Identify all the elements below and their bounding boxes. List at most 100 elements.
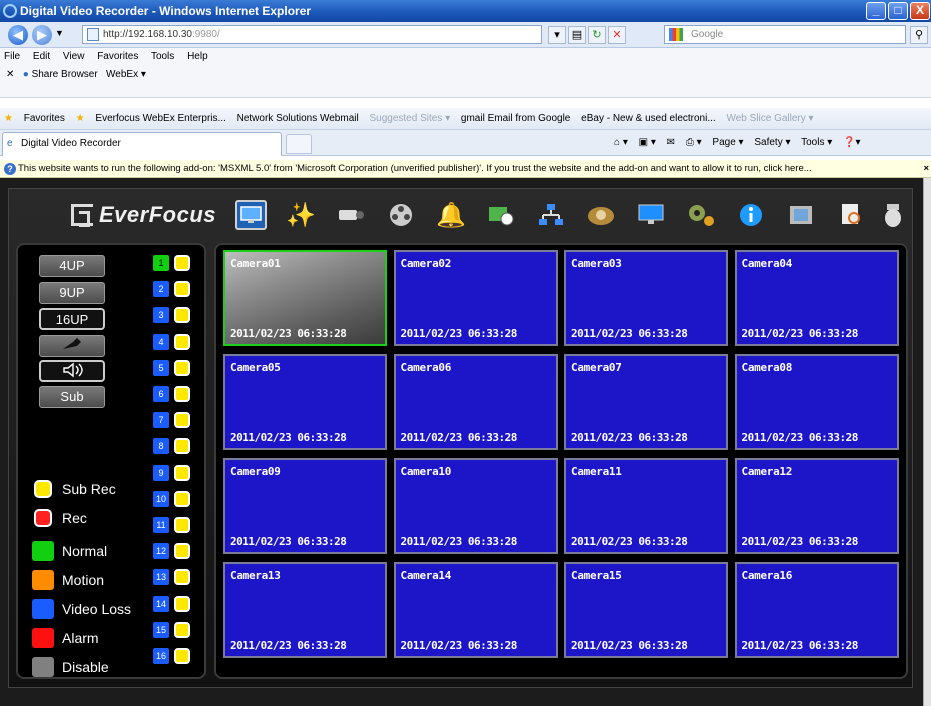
channel-status-indicator[interactable] <box>174 307 190 324</box>
search-icon[interactable]: ⚲ <box>910 26 928 44</box>
audio-button[interactable] <box>39 360 105 382</box>
safety-menu[interactable]: Safety ▾ <box>754 137 790 148</box>
camera-tile[interactable]: Camera15 2011/02/23 06:33:28 <box>564 562 728 658</box>
close-toolbar-icon[interactable]: ✕ <box>6 69 14 80</box>
camera-tile[interactable]: Camera03 2011/02/23 06:33:28 <box>564 250 728 346</box>
channel-status-indicator[interactable] <box>174 333 190 350</box>
menu-help[interactable]: Help <box>187 51 208 62</box>
channel-number-7[interactable]: 7 <box>153 412 169 429</box>
channel-status-indicator[interactable] <box>174 648 190 664</box>
minimize-button[interactable]: _ <box>866 2 886 20</box>
channel-number-9[interactable]: 9 <box>153 464 169 481</box>
close-window-button[interactable]: X <box>910 2 930 20</box>
channel-number-3[interactable]: 3 <box>153 307 169 324</box>
layout-4up-button[interactable]: 4UP <box>39 255 105 277</box>
channel-number-6[interactable]: 6 <box>153 386 169 402</box>
layout-9up-button[interactable]: 9UP <box>39 282 105 304</box>
page-menu[interactable]: Page ▾ <box>712 137 743 148</box>
info-icon[interactable] <box>735 200 767 230</box>
camera-tile[interactable]: Camera06 2011/02/23 06:33:28 <box>393 354 558 450</box>
menu-view[interactable]: View <box>63 51 85 62</box>
channel-status-indicator[interactable] <box>174 543 190 560</box>
maximize-button[interactable]: □ <box>888 2 908 20</box>
camera-tile[interactable]: Camera12 2011/02/23 06:33:28 <box>734 458 899 554</box>
pin-button[interactable] <box>39 335 105 357</box>
refresh-icon[interactable]: ↻ <box>588 26 606 44</box>
camera-tile[interactable]: Camera08 2011/02/23 06:33:28 <box>734 354 899 450</box>
favorites-button[interactable]: Favorites <box>24 113 65 124</box>
camera-tile[interactable]: Camera05 2011/02/23 06:33:28 <box>223 354 387 450</box>
help-icon[interactable]: ❓▾ <box>843 137 860 148</box>
channel-status-indicator[interactable] <box>174 595 190 612</box>
address-field[interactable]: http://192.168.10.30:9980/ <box>82 25 542 44</box>
schedule-icon[interactable] <box>485 200 517 230</box>
hdd-icon[interactable] <box>585 200 617 230</box>
channel-number-14[interactable]: 14 <box>153 595 169 612</box>
channel-status-indicator[interactable] <box>174 386 190 402</box>
channel-number-13[interactable]: 13 <box>153 569 169 586</box>
camera-tile[interactable]: Camera07 2011/02/23 06:33:28 <box>564 354 728 450</box>
menu-tools[interactable]: Tools <box>151 51 174 62</box>
mail-icon[interactable]: ✉ <box>667 137 675 148</box>
history-dropdown-icon[interactable]: ▼ <box>55 28 64 38</box>
camera-tile[interactable]: Camera14 2011/02/23 06:33:28 <box>393 562 558 658</box>
channel-number-1[interactable]: 1 <box>153 255 169 271</box>
camera-tile[interactable]: Camera04 2011/02/23 06:33:28 <box>734 250 899 346</box>
channel-status-indicator[interactable] <box>174 490 190 507</box>
channel-status-indicator[interactable] <box>174 255 190 271</box>
menu-favorites[interactable]: Favorites <box>97 51 138 62</box>
stop-icon[interactable]: ✕ <box>608 26 626 44</box>
webex-menu[interactable]: WebEx ▾ <box>106 69 146 80</box>
live-view-icon[interactable] <box>235 200 267 230</box>
camera-tile[interactable]: Camera11 2011/02/23 06:33:28 <box>564 458 728 554</box>
menu-file[interactable]: File <box>4 51 20 62</box>
fav-link-netsol[interactable]: Network Solutions Webmail <box>237 113 359 124</box>
film-icon[interactable] <box>785 200 817 230</box>
page-scrollbar[interactable] <box>923 178 931 706</box>
camera-tile[interactable]: Camera02 2011/02/23 06:33:28 <box>393 250 558 346</box>
search-file-icon[interactable] <box>835 200 867 230</box>
channel-status-indicator[interactable] <box>174 464 190 481</box>
forward-button[interactable]: ▶ <box>32 25 52 45</box>
channel-number-16[interactable]: 16 <box>153 648 169 664</box>
tab-digital-video-recorder[interactable]: e Digital Video Recorder <box>2 132 282 156</box>
channel-status-indicator[interactable] <box>174 281 190 298</box>
channel-number-15[interactable]: 15 <box>153 621 169 638</box>
channel-number-2[interactable]: 2 <box>153 281 169 298</box>
playback-reel-icon[interactable] <box>385 200 417 230</box>
fav-link-webslice[interactable]: Web Slice Gallery ▾ <box>726 113 813 124</box>
camera-tile[interactable]: Camera09 2011/02/23 06:33:28 <box>223 458 387 554</box>
channel-number-10[interactable]: 10 <box>153 490 169 507</box>
add-favorites-icon[interactable]: ★ <box>76 113 85 124</box>
channel-status-indicator[interactable] <box>174 569 190 586</box>
tools-menu[interactable]: Tools ▾ <box>801 137 832 148</box>
print-icon[interactable]: ⎙ ▾ <box>686 137 702 148</box>
camera-tile[interactable]: Camera01 2011/02/23 06:33:28 <box>223 250 387 346</box>
compatibility-view-icon[interactable]: ▤ <box>568 26 586 44</box>
camera-tile[interactable]: Camera16 2011/02/23 06:33:28 <box>734 562 899 658</box>
camera-icon[interactable] <box>335 200 367 230</box>
layout-16up-button[interactable]: 16UP <box>39 308 105 330</box>
fav-link-ebay[interactable]: eBay - New & used electroni... <box>581 113 716 124</box>
network-icon[interactable] <box>535 200 567 230</box>
menu-edit[interactable]: Edit <box>33 51 50 62</box>
info-bar-close-icon[interactable]: × <box>923 160 929 177</box>
channel-status-indicator[interactable] <box>174 621 190 638</box>
channel-status-indicator[interactable] <box>174 359 190 376</box>
channel-number-8[interactable]: 8 <box>153 438 169 455</box>
home-icon[interactable]: ⌂ ▾ <box>614 137 628 148</box>
display-monitor-icon[interactable] <box>635 200 667 230</box>
camera-tile[interactable]: Camera10 2011/02/23 06:33:28 <box>393 458 558 554</box>
fav-link-suggested[interactable]: Suggested Sites ▾ <box>369 113 450 124</box>
channel-number-5[interactable]: 5 <box>153 359 169 376</box>
sub-button[interactable]: Sub <box>39 386 105 408</box>
search-input[interactable]: Google <box>664 25 906 44</box>
fav-link-gmail[interactable]: gmail Email from Google <box>461 113 570 124</box>
share-browser-button[interactable]: Share Browser <box>32 69 98 80</box>
channel-status-indicator[interactable] <box>174 412 190 429</box>
effects-wand-icon[interactable]: ✨ <box>285 200 317 230</box>
camera-tile[interactable]: Camera13 2011/02/23 06:33:28 <box>223 562 387 658</box>
address-dropdown-icon[interactable]: ▾ <box>548 26 566 44</box>
ptz-dome-camera-icon[interactable] <box>877 200 909 230</box>
new-tab-button[interactable] <box>286 134 312 154</box>
